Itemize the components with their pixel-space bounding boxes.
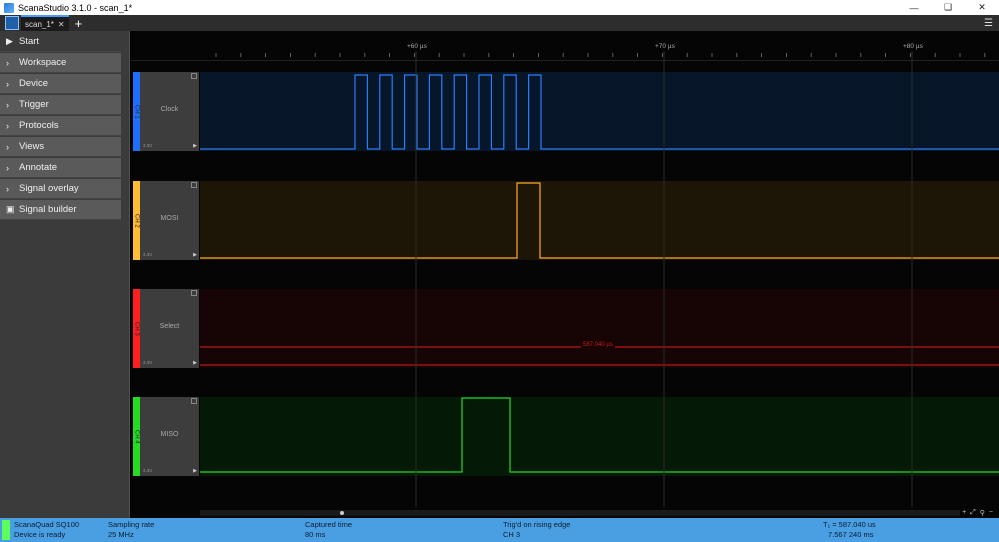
chevron-right-icon: ›: [6, 120, 9, 131]
minimize-button[interactable]: —: [897, 0, 931, 15]
device-status-led: [2, 520, 10, 540]
horizontal-scrollbar[interactable]: [200, 510, 960, 516]
restore-button[interactable]: ❏: [931, 0, 965, 15]
close-tab-icon[interactable]: ✕: [58, 20, 65, 29]
chevron-right-icon: ›: [6, 141, 9, 152]
sidebar-item-label: Device: [19, 78, 49, 89]
tab-label: scan_1*: [25, 19, 54, 29]
play-icon: ▶: [6, 36, 13, 46]
sidebar-item-label: Signal builder: [19, 204, 77, 215]
status-bar: ScanaQuad SQ100 Device is ready Sampling…: [0, 518, 999, 542]
sidebar-item-start[interactable]: ▶ Start: [0, 32, 121, 52]
scrollbar-thumb[interactable]: [340, 511, 344, 515]
captured-time-value: 80 ms: [305, 530, 326, 539]
trigger-value: CH 3: [503, 530, 521, 539]
chevron-right-icon: ›: [6, 99, 9, 110]
trigger-label: Trig'd on rising edge: [503, 520, 571, 529]
sidebar-item-workspace[interactable]: › Workspace: [0, 53, 121, 73]
sidebar-item-label: Views: [19, 141, 45, 152]
sidebar-item-label: Annotate: [19, 162, 58, 173]
sampling-rate-value: 25 MHz: [108, 530, 134, 539]
sidebar-item-label: Workspace: [19, 57, 67, 68]
chevron-right-icon: ›: [6, 78, 9, 89]
sidebar-item-device[interactable]: › Device: [0, 74, 121, 94]
channel-select[interactable]: CH 3 Select 3.3V ▶ 587.040 µs: [131, 289, 999, 368]
clock-waveform: [200, 74, 999, 150]
sidebar-item-annotate[interactable]: › Annotate: [0, 158, 121, 178]
sidebar-item-signal-builder[interactable]: ▣ Signal builder: [0, 200, 121, 220]
sampling-rate-label: Sampling rate: [108, 520, 155, 529]
captured-time-label: Captured time: [305, 520, 353, 529]
lock-icon: ▣: [6, 204, 15, 214]
channel-mosi[interactable]: CH 2 MOSI 3.3V ▶: [131, 181, 999, 260]
window-title: ScanaStudio 3.1.0 - scan_1*: [18, 2, 133, 13]
channel-miso[interactable]: CH 4 MISO 3.3V ▶: [131, 397, 999, 476]
pulse-width-marker: 587.040 µs: [581, 342, 615, 348]
chevron-right-icon: ›: [6, 57, 9, 68]
close-button[interactable]: ✕: [965, 0, 999, 15]
ruler-ticks: [215, 53, 986, 57]
sidebar-item-trigger[interactable]: › Trigger: [0, 95, 121, 115]
miso-waveform: [200, 397, 999, 473]
channel-clock[interactable]: CH 1 Clock 3.3V ▶: [131, 72, 999, 151]
zoom-in-icon[interactable]: +: [962, 509, 966, 517]
sidebar-item-protocols[interactable]: › Protocols: [0, 116, 121, 136]
zoom-toolbar: + ⤢ ⚲ −: [962, 509, 993, 517]
tab-scan-1[interactable]: scan_1* ✕: [21, 15, 69, 31]
tab-bar: scan_1* ✕ + ☰: [0, 15, 999, 31]
title-bar: ScanaStudio 3.1.0 - scan_1* — ❏ ✕: [0, 0, 999, 15]
settings-sliders-icon[interactable]: ☰: [984, 18, 993, 29]
chevron-right-icon: ›: [6, 162, 9, 173]
app-logo-icon: [4, 2, 14, 13]
add-tab-button[interactable]: +: [75, 17, 83, 30]
fit-icon[interactable]: ⤢: [970, 509, 976, 517]
sidebar-toggle-button[interactable]: [5, 16, 19, 30]
device-name: ScanaQuad SQ100: [14, 520, 80, 529]
time-ruler[interactable]: +60 µs +70 µs +80 µs: [131, 31, 999, 61]
sidebar-item-label: Signal overlay: [19, 183, 79, 194]
device-state: Device is ready: [14, 530, 66, 539]
zoom-out-icon[interactable]: −: [989, 509, 993, 517]
chevron-right-icon: ›: [6, 183, 9, 194]
waveform-view[interactable]: +60 µs +70 µs +80 µs CH 1 Clock 3.3V ▶ C…: [131, 31, 999, 518]
magnifier-icon[interactable]: ⚲: [980, 509, 985, 517]
select-waveform: [200, 346, 999, 366]
cursor-t1-label: T₁ = 587.040 us: [823, 520, 876, 529]
sidebar-item-views[interactable]: › Views: [0, 137, 121, 157]
sidebar: ▶ Start › Workspace › Device › Trigger ›…: [0, 31, 130, 518]
sidebar-item-label: Start: [19, 36, 40, 47]
sidebar-item-label: Protocols: [19, 120, 59, 131]
mosi-waveform: [200, 182, 999, 259]
sidebar-item-label: Trigger: [19, 99, 49, 110]
cursor-t1-value: 7.567 240 ms: [828, 530, 874, 539]
sidebar-item-signal-overlay[interactable]: › Signal overlay: [0, 179, 121, 199]
